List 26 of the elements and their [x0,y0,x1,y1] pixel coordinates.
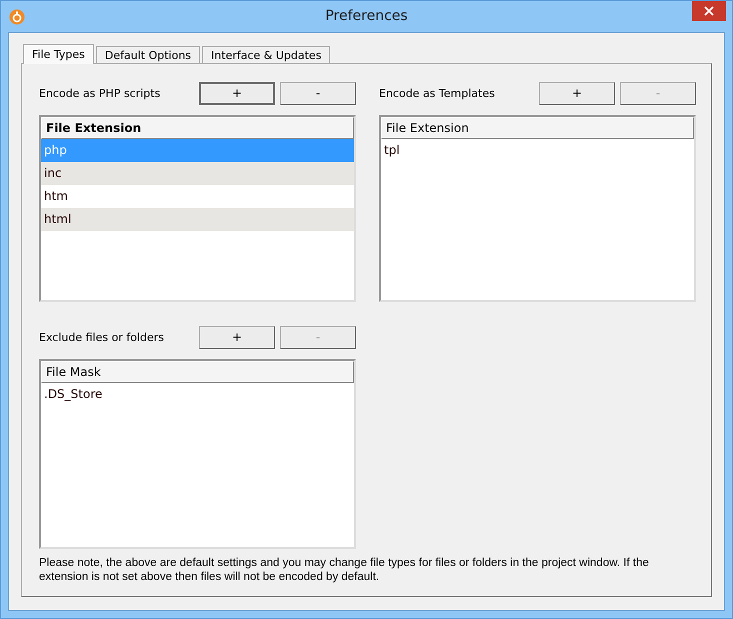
window-title: Preferences [324,8,409,24]
tab[interactable]: Default Options [96,46,200,63]
list-view[interactable]: File Mask .DS_Store [39,359,356,549]
app-icon [9,8,25,24]
column-header[interactable]: File Extension [41,117,354,139]
list-row[interactable]: html [41,208,354,231]
button[interactable]: + [199,326,275,348]
section-label: Encode as Templates [379,86,496,100]
column-header[interactable]: File Extension [381,117,694,139]
section-label: Exclude files or folders [39,330,165,344]
close-icon [704,6,714,16]
close-button[interactable] [692,1,726,21]
button[interactable]: + [199,82,275,104]
section-label: Encode as PHP scripts [39,86,162,100]
button[interactable]: - [280,82,356,104]
list-row[interactable]: htm [41,185,354,208]
note-text: Please note, the above are default settings and you may change file types for files or folders in the project window. If the extension is not set above then files will not be encoded by default. [39,556,650,584]
list-row[interactable]: .DS_Store [41,383,354,406]
list-row[interactable]: inc [41,162,354,185]
list-view[interactable]: File Extension tpl [379,115,696,302]
button[interactable]: + [539,82,615,104]
tab[interactable]: Interface & Updates [202,46,330,63]
tab[interactable]: File Types [23,44,94,64]
list-row[interactable]: tpl [381,139,694,162]
list-view[interactable]: File Extension php inc htm html [39,115,356,302]
column-header[interactable]: File Mask [41,361,354,383]
